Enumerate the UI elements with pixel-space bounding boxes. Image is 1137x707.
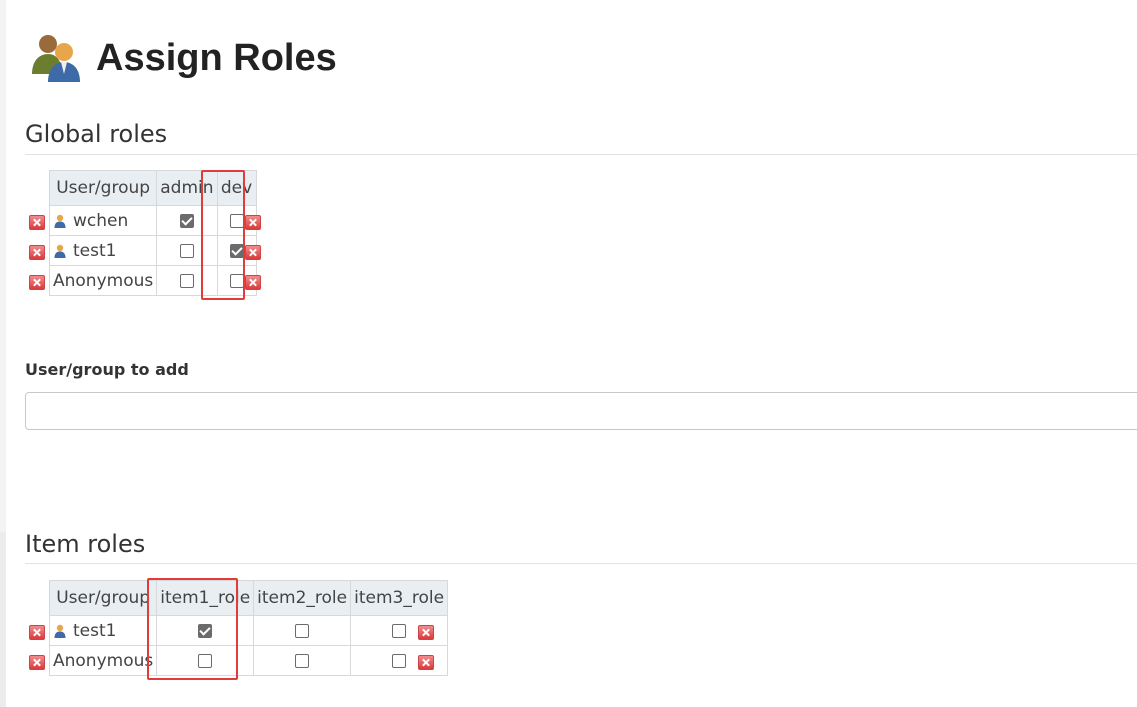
table-row: Anonymous [48, 645, 449, 676]
delete-row-icon[interactable] [29, 215, 45, 230]
column-header-item2-role: item2_role [253, 580, 352, 616]
column-header-item3-role: item3_role [350, 580, 449, 616]
item-roles-title: Item roles [25, 530, 146, 558]
column-header-user-group: User/group [48, 170, 158, 206]
user-name: wchen [73, 210, 129, 231]
users-icon [28, 30, 84, 86]
item-roles-table: User/group item1_role item2_role item3_r… [48, 580, 449, 676]
user-cell: test1 [48, 235, 158, 266]
global-roles-divider [25, 154, 1137, 155]
add-user-input[interactable] [25, 392, 1137, 430]
item-roles-divider [25, 563, 1137, 564]
item2-role-cell [253, 645, 352, 676]
delete-row-icon[interactable] [29, 275, 45, 290]
item3-role-checkbox[interactable] [392, 653, 407, 668]
user-cell: test1 [48, 615, 158, 646]
delete-row-icon[interactable] [245, 275, 261, 290]
item2-role-checkbox[interactable] [295, 623, 310, 638]
delete-row-icon[interactable] [29, 655, 45, 670]
item1-role-column-highlight [147, 578, 238, 680]
table-row: test1 [48, 615, 449, 646]
user-icon [53, 213, 67, 228]
delete-row-icon[interactable] [418, 655, 434, 670]
dev-column-highlight [201, 170, 245, 300]
delete-row-icon[interactable] [29, 625, 45, 640]
item2-role-checkbox[interactable] [295, 653, 310, 668]
item3-role-checkbox[interactable] [392, 623, 407, 638]
admin-checkbox[interactable] [179, 213, 194, 228]
global-roles-title: Global roles [25, 120, 168, 148]
page-header: Assign Roles [28, 30, 337, 86]
group-name: Anonymous [53, 270, 154, 291]
delete-row-icon[interactable] [29, 245, 45, 260]
delete-row-icon[interactable] [245, 215, 261, 230]
group-name: Anonymous [53, 650, 154, 671]
group-cell: Anonymous [48, 265, 158, 296]
delete-row-icon[interactable] [245, 245, 261, 260]
page-title: Assign Roles [96, 36, 337, 79]
delete-row-icon[interactable] [418, 625, 434, 640]
admin-checkbox[interactable] [179, 243, 194, 258]
user-icon [53, 623, 67, 638]
add-user-label: User/group to add [25, 360, 189, 379]
item2-role-cell [253, 615, 352, 646]
left-edge-lower [0, 532, 6, 707]
column-header-user-group: User/group [48, 580, 158, 616]
user-name: test1 [73, 620, 117, 641]
group-cell: Anonymous [48, 645, 158, 676]
user-icon [53, 243, 67, 258]
admin-checkbox[interactable] [179, 273, 194, 288]
user-cell: wchen [48, 205, 158, 236]
user-name: test1 [73, 240, 117, 261]
